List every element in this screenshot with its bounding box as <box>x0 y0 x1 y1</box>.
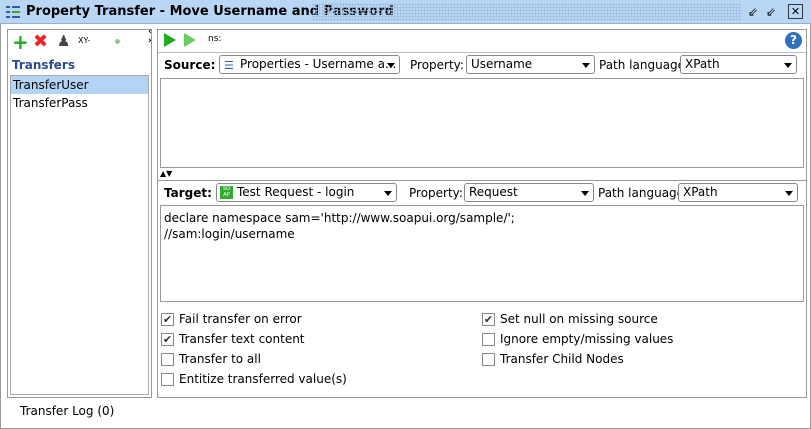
target-expression-editor[interactable]: declare namespace sam='http://www.soapui… <box>160 205 804 302</box>
collapse-splitter-icon[interactable]: ‹ › <box>148 28 152 46</box>
properties-icon: ☰ <box>224 59 234 72</box>
target-path-language-select[interactable]: XPath <box>678 183 798 202</box>
transfer-log-tab[interactable]: Transfer Log (0) <box>20 404 114 418</box>
title-bar: Property Transfer - Move Username and Pa… <box>0 0 811 24</box>
transfer-child-nodes-checkbox[interactable]: Transfer Child Nodes <box>482 352 624 366</box>
transfer-to-all-checkbox[interactable]: Transfer to all <box>161 352 261 366</box>
expression-line: //sam:login/username <box>164 227 295 241</box>
transfers-header: Transfers <box>12 58 75 72</box>
checkbox-label: Set null on missing source <box>500 312 658 326</box>
transfers-panel: + ✖ ♟ XY- Transfers TransferUser Transfe… <box>7 29 152 398</box>
ignore-empty-values-checkbox[interactable]: Ignore empty/missing values <box>482 332 673 346</box>
transfer-text-content-checkbox[interactable]: ✔ Transfer text content <box>161 332 305 346</box>
delete-icon[interactable]: ✖ <box>33 31 48 52</box>
source-value: Properties - Username a... <box>240 57 397 71</box>
list-item[interactable]: TransferUser <box>11 76 148 94</box>
dock-icon[interactable]: ⇙ <box>748 5 758 19</box>
source-label: Source: <box>164 58 216 72</box>
transfers-list: TransferUser TransferPass <box>10 75 149 395</box>
checkbox-label: Transfer to all <box>179 352 261 366</box>
target-property-label: Property: <box>409 186 463 200</box>
clone-icon[interactable]: ♟ <box>57 32 70 50</box>
source-path-language-select[interactable]: XPath <box>680 55 797 74</box>
target-property-value: Request <box>469 185 518 199</box>
soap-request-icon: SO AP <box>220 186 233 199</box>
source-path-value: XPath <box>685 57 720 71</box>
checkbox-label: Fail transfer on error <box>179 312 302 326</box>
status-dot-icon <box>115 39 120 44</box>
rename-button[interactable]: XY- <box>78 36 90 45</box>
checkbox-label: Ignore empty/missing values <box>500 332 674 346</box>
list-item[interactable]: TransferPass <box>11 94 148 112</box>
source-property-value: Username <box>471 57 533 71</box>
fail-on-error-checkbox[interactable]: ✔ Fail transfer on error <box>161 312 302 326</box>
source-path-language-label: Path language: <box>599 58 690 72</box>
namespace-button[interactable]: ns: <box>208 34 221 44</box>
undock-icon[interactable]: ⇙ <box>766 5 776 19</box>
title-pattern <box>312 3 742 20</box>
expression-line: declare namespace sam='http://www.soapui… <box>164 211 515 225</box>
close-icon[interactable]: ✕ <box>788 4 803 19</box>
source-select[interactable]: ☰ Properties - Username a... <box>219 55 400 74</box>
target-path-language-label: Path language: <box>598 186 689 200</box>
run-icon[interactable] <box>164 33 176 47</box>
splitter-arrows-icon[interactable]: ▲▼ <box>160 169 172 178</box>
source-property-select[interactable]: Username <box>466 55 595 74</box>
divider <box>158 52 806 53</box>
property-transfer-icon <box>6 6 20 18</box>
checkbox-label: Transfer text content <box>179 332 305 346</box>
target-select[interactable]: SO AP Test Request - login <box>216 183 397 202</box>
source-expression-editor[interactable] <box>160 78 804 168</box>
checkbox-label: Entitize transferred value(s) <box>179 372 347 386</box>
run-all-icon[interactable] <box>184 33 196 47</box>
help-icon[interactable]: ? <box>785 32 802 49</box>
target-label: Target: <box>164 186 212 200</box>
add-icon[interactable]: + <box>12 30 29 54</box>
divider <box>158 180 806 181</box>
target-value: Test Request - login <box>237 185 355 199</box>
target-path-value: XPath <box>683 185 718 199</box>
target-property-select[interactable]: Request <box>464 183 594 202</box>
checkbox-label: Transfer Child Nodes <box>500 352 624 366</box>
entitize-values-checkbox[interactable]: Entitize transferred value(s) <box>161 372 347 386</box>
set-null-missing-source-checkbox[interactable]: ✔ Set null on missing source <box>482 312 658 326</box>
source-property-label: Property: <box>410 58 464 72</box>
